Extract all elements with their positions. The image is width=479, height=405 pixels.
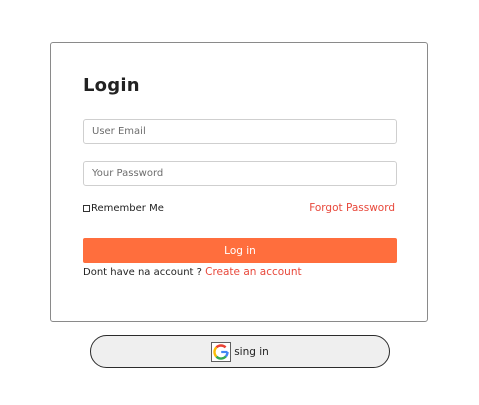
remember-me-label: Remember Me — [91, 203, 164, 214]
login-card: Login Remember Me Forgot Password Log in… — [50, 42, 428, 322]
forgot-password-link[interactable]: Forgot Password — [309, 202, 395, 214]
login-title: Login — [83, 75, 140, 96]
google-g-icon — [211, 341, 232, 362]
email-input[interactable] — [83, 119, 397, 144]
google-signin-label: sing in — [234, 345, 269, 358]
google-signin-button[interactable]: sing in — [90, 335, 390, 368]
create-account-link[interactable]: Create an account — [205, 266, 301, 278]
password-input[interactable] — [83, 161, 397, 186]
no-account-text: Dont have na account ? — [83, 267, 206, 278]
login-button[interactable]: Log in — [83, 238, 397, 263]
remember-me[interactable]: Remember Me — [83, 203, 164, 214]
remember-me-checkbox[interactable] — [83, 205, 90, 212]
signup-prompt: Dont have na account ? Create an account — [83, 266, 302, 278]
